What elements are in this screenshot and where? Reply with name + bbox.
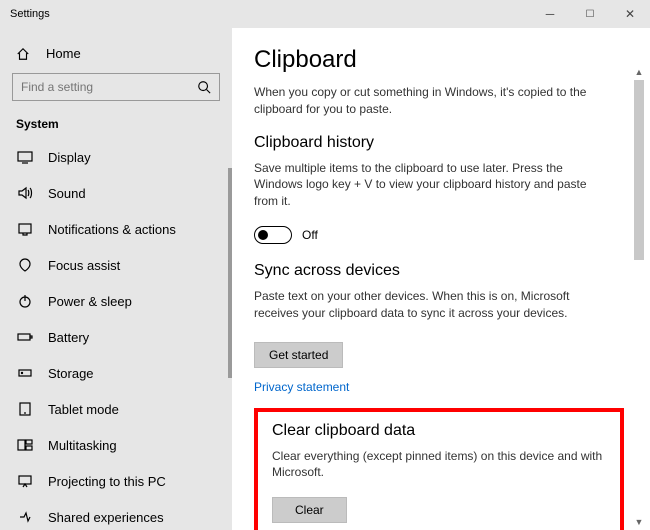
home-icon [16, 47, 34, 61]
display-icon [16, 149, 34, 165]
clear-heading: Clear clipboard data [272, 422, 606, 440]
scroll-thumb[interactable] [634, 80, 644, 260]
tablet-icon [16, 401, 34, 417]
sidebar-item-focus-assist[interactable]: Focus assist [0, 247, 232, 283]
scroll-up-icon[interactable]: ▲ [632, 64, 646, 80]
sidebar-item-power-sleep[interactable]: Power & sleep [0, 283, 232, 319]
sidebar-item-label: Battery [48, 330, 89, 345]
sidebar-item-label: Power & sleep [48, 294, 132, 309]
intro-text: When you copy or cut something in Window… [254, 84, 594, 118]
clipboard-history-toggle-label: Off [302, 228, 318, 242]
storage-icon [16, 365, 34, 381]
sidebar-item-label: Projecting to this PC [48, 474, 166, 489]
privacy-statement-link[interactable]: Privacy statement [254, 380, 349, 394]
sidebar-item-projecting[interactable]: Projecting to this PC [0, 463, 232, 499]
clear-desc: Clear everything (except pinned items) o… [272, 448, 606, 482]
page-title: Clipboard [254, 46, 638, 74]
clipboard-history-heading: Clipboard history [254, 134, 638, 152]
titlebar: Settings ─ ☐ ✕ [0, 0, 650, 28]
main-scrollbar[interactable]: ▲ ▼ [632, 64, 646, 530]
sidebar-item-tablet-mode[interactable]: Tablet mode [0, 391, 232, 427]
sidebar-item-label: Tablet mode [48, 402, 119, 417]
notifications-icon [16, 221, 34, 237]
shared-icon [16, 509, 34, 525]
main-content: Clipboard When you copy or cut something… [232, 28, 650, 530]
minimize-button[interactable]: ─ [530, 0, 570, 28]
maximize-button[interactable]: ☐ [570, 0, 610, 28]
sidebar-item-storage[interactable]: Storage [0, 355, 232, 391]
sidebar-item-notifications[interactable]: Notifications & actions [0, 211, 232, 247]
focus-assist-icon [16, 257, 34, 273]
clear-clipboard-section: Clear clipboard data Clear everything (e… [254, 408, 624, 530]
window-title: Settings [10, 8, 50, 20]
sync-heading: Sync across devices [254, 262, 638, 280]
sidebar: Home System Display Sound Notifications … [0, 28, 232, 530]
clear-button[interactable]: Clear [272, 497, 347, 523]
search-icon [197, 80, 211, 94]
sidebar-item-label: Storage [48, 366, 94, 381]
battery-icon [16, 329, 34, 345]
sidebar-item-battery[interactable]: Battery [0, 319, 232, 355]
sync-desc: Paste text on your other devices. When t… [254, 288, 594, 322]
sidebar-item-label: Multitasking [48, 438, 117, 453]
clipboard-history-toggle[interactable] [254, 226, 292, 244]
sidebar-home[interactable]: Home [0, 40, 232, 69]
sidebar-item-multitasking[interactable]: Multitasking [0, 427, 232, 463]
get-started-button[interactable]: Get started [254, 342, 343, 368]
sidebar-home-label: Home [46, 46, 81, 61]
scroll-down-icon[interactable]: ▼ [632, 514, 646, 530]
search-box[interactable] [12, 73, 220, 101]
close-button[interactable]: ✕ [610, 0, 650, 28]
clipboard-history-desc: Save multiple items to the clipboard to … [254, 160, 594, 210]
sidebar-group-title: System [0, 111, 232, 139]
sidebar-item-label: Focus assist [48, 258, 120, 273]
sidebar-nav: Display Sound Notifications & actions Fo… [0, 139, 232, 530]
sidebar-item-shared-experiences[interactable]: Shared experiences [0, 499, 232, 530]
search-input[interactable] [21, 80, 197, 94]
sidebar-item-label: Sound [48, 186, 86, 201]
projecting-icon [16, 473, 34, 489]
multitasking-icon [16, 437, 34, 453]
sidebar-item-sound[interactable]: Sound [0, 175, 232, 211]
power-icon [16, 293, 34, 309]
window-controls: ─ ☐ ✕ [530, 0, 650, 28]
sidebar-item-label: Shared experiences [48, 510, 164, 525]
sidebar-item-label: Display [48, 150, 91, 165]
sidebar-item-display[interactable]: Display [0, 139, 232, 175]
sidebar-item-label: Notifications & actions [48, 222, 176, 237]
sound-icon [16, 185, 34, 201]
